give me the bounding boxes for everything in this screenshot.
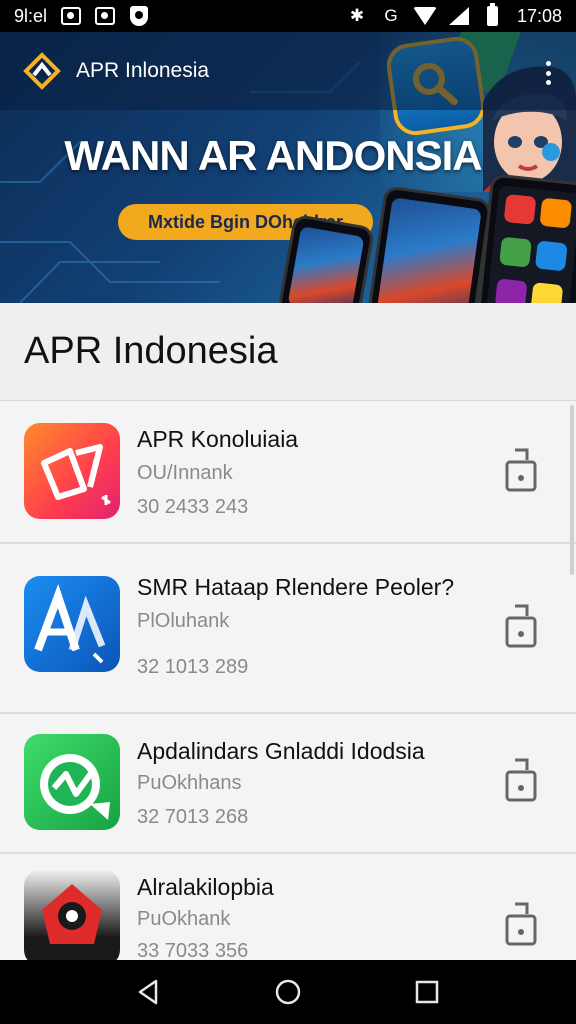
app-size: 30 2433 243 xyxy=(137,496,249,518)
banner-phone-illustration xyxy=(365,185,493,303)
app-icon-green-check[interactable] xyxy=(24,734,120,830)
more-dot xyxy=(545,80,551,85)
app-size: 33 7033 356 xyxy=(137,940,249,960)
page-title: APR Indonesia xyxy=(24,330,278,372)
signal-icon xyxy=(448,6,469,26)
home-icon xyxy=(275,979,301,1005)
app-size: 32 1013 289 xyxy=(137,656,249,678)
app-name: Apdalindars Gnladdi Idodsia xyxy=(137,738,425,764)
section-header: APR Indonesia xyxy=(0,303,576,401)
battery-icon xyxy=(483,3,503,26)
gallery-icon xyxy=(61,6,82,26)
download-icon xyxy=(505,758,537,802)
status-bar: 9l:el ✱ G 17:08 xyxy=(0,0,576,32)
more-options-button[interactable] xyxy=(538,58,558,88)
banner-headline: WANN AR ANDONSIA xyxy=(64,132,482,179)
back-icon xyxy=(139,979,158,1005)
app-list[interactable]: APR Konoluiaia OU/Innank 30 2433 243 SMR… xyxy=(0,402,576,960)
promo-banner[interactable]: APR Inlonesia WANN AR ANDONSIA Mxtide Bg… xyxy=(0,32,576,303)
scrollbar[interactable] xyxy=(570,405,574,575)
bluetooth-icon: ✱ xyxy=(349,6,365,25)
home-button[interactable] xyxy=(266,970,310,1014)
list-item[interactable]: Apdalindars Gnladdi Idodsia PuOkhhans 32… xyxy=(0,714,576,854)
app-logo-icon[interactable] xyxy=(22,51,62,91)
banner-phone-illustration xyxy=(474,173,576,303)
status-left: 9l:el xyxy=(14,6,149,27)
instagram-icon xyxy=(95,6,116,26)
list-item[interactable]: SMR Hataap Rlendere Peoler? PlOluhank 32… xyxy=(0,544,576,714)
download-button[interactable] xyxy=(505,448,537,494)
status-right: ✱ G 17:08 xyxy=(347,3,562,27)
app-name: SMR Hataap Rlendere Peoler? xyxy=(137,574,455,600)
back-button[interactable] xyxy=(127,970,171,1014)
status-time-left: 9l:el xyxy=(14,5,48,26)
recents-button[interactable] xyxy=(405,970,449,1014)
app-size: 32 7013 268 xyxy=(137,806,249,828)
download-icon xyxy=(505,604,537,648)
list-item[interactable]: Alralakilopbia PuOkhank 33 7033 356 xyxy=(0,854,576,960)
app-publisher: PuOkhank xyxy=(137,908,231,930)
app-publisher: PlOluhank xyxy=(137,610,230,632)
download-button[interactable] xyxy=(505,758,537,804)
app-name: APR Konoluiaia xyxy=(137,426,299,452)
more-dot xyxy=(545,70,551,76)
download-icon xyxy=(505,902,537,946)
wifi-icon xyxy=(412,6,437,26)
more-dot xyxy=(545,61,551,66)
navigation-bar xyxy=(0,960,576,1024)
app-publisher: OU/Innank xyxy=(137,462,233,484)
app-title: APR Inlonesia xyxy=(76,59,210,82)
google-icon: G xyxy=(384,6,398,25)
banner-phone-illustration xyxy=(276,213,376,303)
app-bar: APR Inlonesia xyxy=(0,32,576,110)
app-icon-red-black[interactable] xyxy=(24,870,120,960)
download-icon xyxy=(505,448,537,492)
list-item[interactable]: APR Konoluiaia OU/Innank 30 2433 243 xyxy=(0,402,576,544)
status-time-right: 17:08 xyxy=(516,5,562,26)
app-icon-orange-gradient[interactable] xyxy=(24,423,120,519)
app-publisher: PuOkhhans xyxy=(137,772,242,794)
download-button[interactable] xyxy=(505,604,537,650)
recents-icon xyxy=(415,980,438,1004)
app-name: Alralakilopbia xyxy=(137,874,274,900)
shield-icon xyxy=(129,6,149,26)
app-icon-blue-A[interactable] xyxy=(24,576,120,672)
download-button[interactable] xyxy=(505,902,537,948)
